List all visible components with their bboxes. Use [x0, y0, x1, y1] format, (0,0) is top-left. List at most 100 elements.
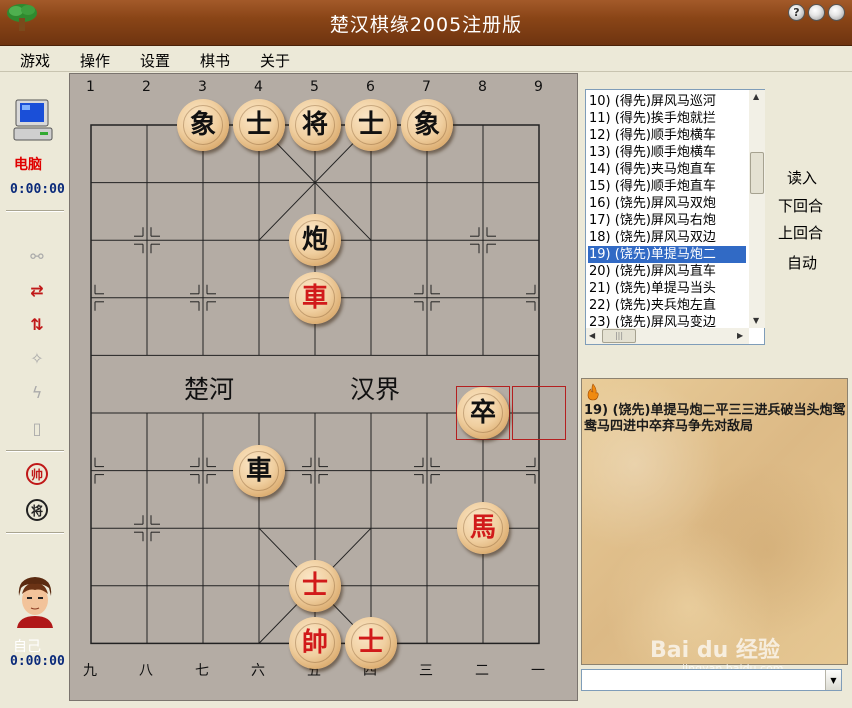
list-item[interactable]: 20) (饶先)屏风马直车: [588, 263, 746, 280]
flame-icon: [587, 383, 599, 401]
red-piece[interactable]: 帥: [289, 617, 341, 670]
menu-bar: 游戏 操作 设置 棋书 关于: [0, 46, 852, 72]
piece-label: 将: [301, 110, 328, 140]
list-item[interactable]: 15) (得先)顺手炮直车: [588, 178, 746, 195]
piece-label: 車: [301, 282, 328, 313]
game-list[interactable]: 10) (得先)屏风马巡河 11) (得先)挨手炮就拦 12) (得先)顺手炮横车 1…: [585, 89, 765, 345]
notes-text: 19) (饶先)单提马炮二平三三进兵破当头炮鸳鸯马四进中卒弃马争先对敌局: [584, 403, 846, 434]
column-label-top: 5: [310, 79, 319, 95]
piece-label: 士: [245, 110, 272, 140]
menu-game[interactable]: 游戏: [20, 50, 50, 71]
divider: [6, 532, 64, 534]
bottom-player-name: 自己: [13, 639, 41, 655]
list-item[interactable]: 18) (饶先)屏风马双边: [588, 229, 746, 246]
menu-about[interactable]: 关于: [260, 50, 290, 71]
title-bar: 楚汉棋缘2005注册版 ?: [0, 0, 852, 46]
menu-operate[interactable]: 操作: [80, 50, 110, 71]
black-piece[interactable]: 車: [233, 444, 285, 497]
column-label-top: 6: [366, 79, 375, 95]
move-notes-panel: 19) (饶先)单提马炮二平三三进兵破当头炮鸳鸯马四进中卒弃马争先对敌局: [581, 378, 848, 665]
black-piece[interactable]: 卒: [457, 387, 509, 439]
red-piece[interactable]: 車: [289, 271, 341, 324]
prev-move-button[interactable]: 上回合: [778, 222, 823, 243]
chess-board[interactable]: 123456789 九八七六五四三二一 楚河 汉界 象士将士象炮車卒車馬士帥士: [69, 73, 578, 701]
list-item[interactable]: 16) (饶先)屏风马双炮: [588, 195, 746, 212]
river-label-han: 汉界: [350, 375, 401, 404]
black-piece[interactable]: 象: [401, 99, 453, 151]
column-label-bottom: 七: [195, 663, 209, 679]
bottom-player-clock: 0:00:00: [10, 654, 65, 669]
red-piece[interactable]: 士: [345, 617, 397, 670]
help-button[interactable]: ?: [788, 4, 805, 21]
hscroll-thumb[interactable]: |||: [602, 329, 636, 343]
close-button[interactable]: [828, 4, 845, 21]
last-move-from-marker: [512, 386, 566, 440]
column-label-top: 7: [422, 79, 431, 95]
column-label-bottom: 一: [531, 663, 545, 679]
computer-icon: [13, 99, 53, 141]
next-move-button[interactable]: 下回合: [778, 195, 823, 216]
scroll-down-icon[interactable]: ▼: [753, 316, 759, 325]
black-piece[interactable]: 炮: [289, 214, 341, 267]
black-piece[interactable]: 象: [177, 99, 229, 151]
watermark-brand: Bai du 经验: [650, 638, 780, 663]
list-item[interactable]: 11) (得先)挨手炮就拦: [588, 110, 746, 127]
piece-label: 炮: [301, 225, 328, 256]
column-label-top: 4: [254, 79, 263, 95]
list-item[interactable]: 19) (饶先)单提马炮二: [588, 246, 746, 263]
scroll-up-icon[interactable]: ▲: [753, 92, 759, 101]
load-button[interactable]: 读入: [787, 167, 817, 188]
black-king-icon[interactable]: 将: [24, 498, 50, 522]
piece-label: 卒: [469, 398, 496, 428]
column-label-top: 1: [86, 79, 95, 95]
column-label-top: 9: [534, 79, 543, 95]
auto-play-button[interactable]: 自动: [787, 252, 817, 273]
column-label-bottom: 九: [83, 663, 97, 679]
link-icon[interactable]: ⚯: [24, 244, 50, 268]
flip-board-icon[interactable]: ⇅: [24, 312, 50, 336]
red-king-badge: 帅: [26, 463, 48, 485]
combo-dropdown-icon[interactable]: ▼: [825, 670, 841, 690]
black-king-badge: 将: [26, 499, 48, 521]
hint-icon[interactable]: ✧: [24, 346, 50, 370]
divider: [6, 450, 64, 452]
column-label-bottom: 六: [251, 663, 265, 679]
list-item[interactable]: 12) (得先)顺手炮横车: [588, 127, 746, 144]
divider: [6, 210, 64, 212]
minimize-button[interactable]: [808, 4, 825, 21]
user-avatar: [11, 574, 59, 628]
list-vertical-scrollbar[interactable]: ▲ ▼: [749, 90, 765, 328]
lightning-icon[interactable]: ϟ: [24, 380, 50, 404]
list-item[interactable]: 14) (得先)夹马炮直车: [588, 161, 746, 178]
comment-combo[interactable]: ▼: [581, 669, 842, 691]
piece-label: 馬: [469, 513, 496, 544]
menu-settings[interactable]: 设置: [140, 50, 170, 71]
piece-label: 士: [357, 628, 384, 659]
document-icon[interactable]: ▯: [24, 416, 50, 440]
black-piece[interactable]: 将: [289, 99, 341, 151]
column-label-bottom: 三: [419, 663, 433, 679]
swap-sides-icon[interactable]: ⇄: [24, 278, 50, 302]
black-piece[interactable]: 士: [345, 99, 397, 151]
menu-chessbook[interactable]: 棋书: [200, 50, 230, 71]
list-item[interactable]: 22) (饶先)夹兵炮左直: [588, 297, 746, 314]
list-item[interactable]: 17) (饶先)屏风马右炮: [588, 212, 746, 229]
scroll-thumb[interactable]: [750, 152, 764, 194]
red-piece[interactable]: 士: [289, 559, 341, 612]
left-toolbar: 电脑 0:00:00 ⚯ ⇄ ⇅ ✧ ϟ ▯ 帅 将 自己 0:00:00: [0, 74, 68, 708]
scroll-left-icon[interactable]: ◀: [589, 331, 595, 340]
window-title: 楚汉棋缘2005注册版: [329, 14, 523, 36]
column-label-bottom: 八: [139, 663, 153, 679]
black-piece[interactable]: 士: [233, 99, 285, 151]
piece-label: 象: [189, 110, 216, 140]
scroll-right-icon[interactable]: ▶: [737, 331, 743, 340]
red-piece[interactable]: 馬: [457, 502, 509, 555]
column-label-top: 3: [198, 79, 207, 95]
red-king-icon[interactable]: 帅: [24, 462, 50, 486]
piece-label: 帥: [301, 628, 328, 659]
list-item[interactable]: 13) (得先)顺手炮横车: [588, 144, 746, 161]
list-horizontal-scrollbar[interactable]: ◀ ||| ▶: [586, 328, 749, 344]
list-item[interactable]: 10) (得先)屏风马巡河: [588, 93, 746, 110]
piece-label: 士: [301, 570, 328, 601]
list-item[interactable]: 21) (饶先)单提马当头: [588, 280, 746, 297]
